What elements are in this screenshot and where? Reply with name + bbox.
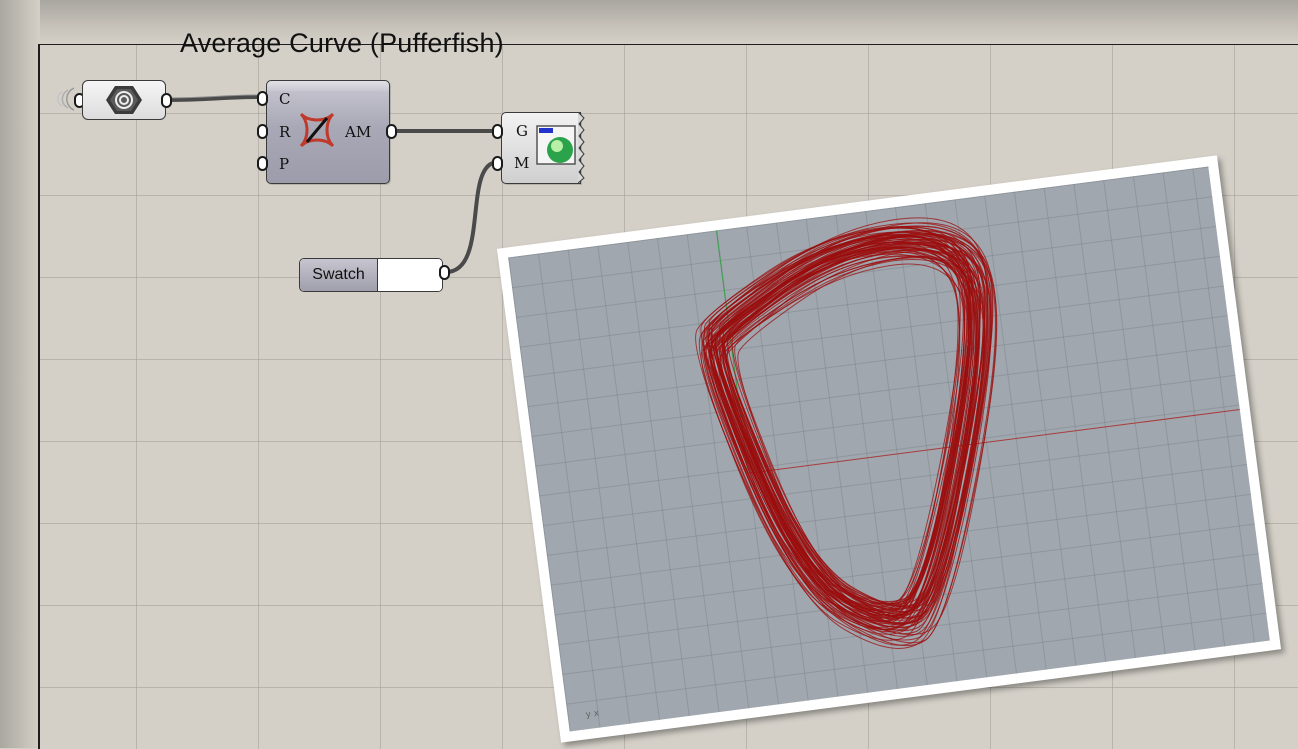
input-g-grip[interactable] (492, 124, 503, 139)
input-m-label: M (514, 154, 530, 172)
corner-axes-label: y x (585, 708, 600, 720)
input-p-label: P (279, 155, 290, 173)
viewport-curves: y x (585, 217, 1240, 720)
curve-param-icon (106, 86, 142, 114)
input-r-label: R (279, 123, 291, 141)
input-p-grip[interactable] (257, 156, 268, 171)
pufferfish-average-icon (299, 112, 335, 148)
rhino-viewport-snapshot: y x (496, 155, 1282, 743)
input-g-label: G (516, 122, 528, 140)
viewport: y x (508, 166, 1270, 732)
input-c-label: C (279, 90, 291, 108)
swatch-label: Swatch (300, 259, 378, 291)
curve-parameter[interactable] (82, 80, 166, 120)
world-x-axis (747, 408, 1240, 474)
output-am-grip[interactable] (386, 124, 397, 139)
average-curve-component[interactable]: C R P AM (266, 80, 390, 184)
swatch-output-grip[interactable] (439, 265, 450, 280)
custom-preview-icon (536, 125, 576, 165)
output-am-label: AM (345, 123, 372, 141)
input-m-grip[interactable] (492, 156, 503, 171)
input-r-grip[interactable] (257, 124, 268, 139)
zigzag-edge (578, 112, 585, 184)
average-curve (706, 227, 976, 613)
custom-preview-component[interactable]: G M (501, 112, 581, 184)
input-c-grip[interactable] (257, 91, 268, 106)
swatch-color-preview[interactable] (378, 259, 442, 291)
swatch-component[interactable]: Swatch (299, 258, 443, 292)
wireless-signal-icon (57, 87, 75, 111)
average-curves-group (695, 217, 998, 649)
param-output-grip[interactable] (161, 93, 172, 108)
wire-swatch-to-m (445, 160, 499, 274)
